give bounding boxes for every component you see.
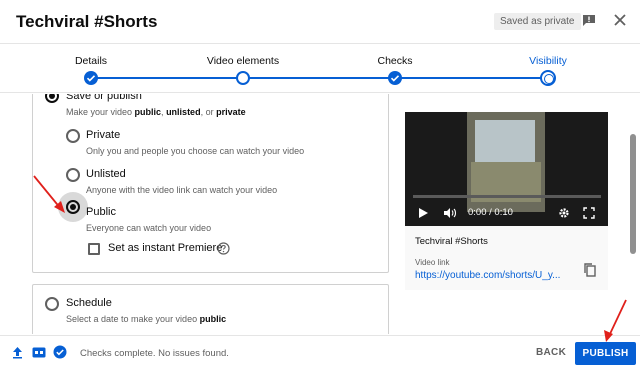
dialog-header: Techviral #Shorts Saved as private xyxy=(0,0,640,43)
help-icon[interactable] xyxy=(217,242,230,255)
publish-button[interactable]: PUBLISH xyxy=(575,342,636,365)
checks-status-text: Checks complete. No issues found. xyxy=(80,348,229,359)
schedule-radio[interactable] xyxy=(45,297,59,311)
instant-premiere-label: Set as instant Premiere xyxy=(108,242,223,254)
unlisted-description: Anyone with the video link can watch you… xyxy=(86,185,278,195)
step-video-elements-dot[interactable] xyxy=(236,71,250,85)
schedule-description: Select a date to make your video public xyxy=(66,314,227,324)
public-radio[interactable] xyxy=(66,200,80,214)
feedback-icon[interactable] xyxy=(582,14,596,27)
instant-premiere-checkbox[interactable] xyxy=(88,243,100,255)
fullscreen-icon[interactable] xyxy=(583,207,595,219)
save-or-publish-label: Save or publish xyxy=(66,94,142,102)
settings-gear-icon[interactable] xyxy=(558,207,570,219)
save-or-publish-description: Make your video public, unlisted, or pri… xyxy=(66,107,246,117)
public-description: Everyone can watch your video xyxy=(86,223,212,233)
step-checks-label[interactable]: Checks xyxy=(377,55,412,67)
step-visibility-dot[interactable] xyxy=(540,70,556,86)
video-link-label: Video link xyxy=(415,258,450,267)
unlisted-radio[interactable] xyxy=(66,168,80,182)
dialog-title: Techviral #Shorts xyxy=(16,12,158,31)
step-details-label[interactable]: Details xyxy=(75,55,107,67)
stepper-progress-line xyxy=(91,77,548,79)
video-link[interactable]: https://youtube.com/shorts/U_y... xyxy=(415,270,560,281)
step-video-elements-label[interactable]: Video elements xyxy=(207,55,279,67)
step-checks-check-icon[interactable] xyxy=(388,71,402,85)
upload-icon[interactable] xyxy=(11,346,24,359)
checks-complete-icon[interactable] xyxy=(53,345,67,359)
video-progress-bar[interactable] xyxy=(413,195,601,198)
save-or-publish-panel: Save or publish Make your video public, … xyxy=(32,94,389,273)
dialog-footer: Checks complete. No issues found. BACK P… xyxy=(0,335,640,368)
upload-dialog: Techviral #Shorts Saved as private Detai… xyxy=(0,0,640,368)
visibility-content: Save or publish Make your video public, … xyxy=(0,94,640,334)
private-description: Only you and people you choose can watch… xyxy=(86,146,305,156)
step-details-check-icon[interactable] xyxy=(84,71,98,85)
close-icon[interactable] xyxy=(612,12,628,28)
schedule-label: Schedule xyxy=(66,297,112,309)
back-button[interactable]: BACK xyxy=(536,344,566,362)
schedule-panel: Schedule Select a date to make your vide… xyxy=(32,284,389,334)
copy-icon[interactable] xyxy=(583,262,597,278)
video-preview-card: 0:00 / 0:10 Techviral #Shorts Video link… xyxy=(405,112,608,290)
upload-stepper: Details Video elements Checks Visibility xyxy=(0,43,640,93)
step-visibility-label[interactable]: Visibility xyxy=(529,55,567,67)
volume-icon[interactable] xyxy=(443,207,457,219)
video-time: 0:00 / 0:10 xyxy=(468,207,513,218)
unlisted-label: Unlisted xyxy=(86,168,126,180)
video-title: Techviral #Shorts xyxy=(415,236,488,247)
content-scrollbar[interactable] xyxy=(630,134,636,254)
video-player[interactable]: 0:00 / 0:10 xyxy=(405,112,608,226)
hd-processing-icon[interactable] xyxy=(32,346,46,359)
play-icon[interactable] xyxy=(417,207,429,219)
saved-status-badge: Saved as private xyxy=(494,13,581,30)
public-label: Public xyxy=(86,206,116,218)
save-or-publish-radio[interactable] xyxy=(45,94,59,103)
private-radio[interactable] xyxy=(66,129,80,143)
private-label: Private xyxy=(86,129,121,141)
